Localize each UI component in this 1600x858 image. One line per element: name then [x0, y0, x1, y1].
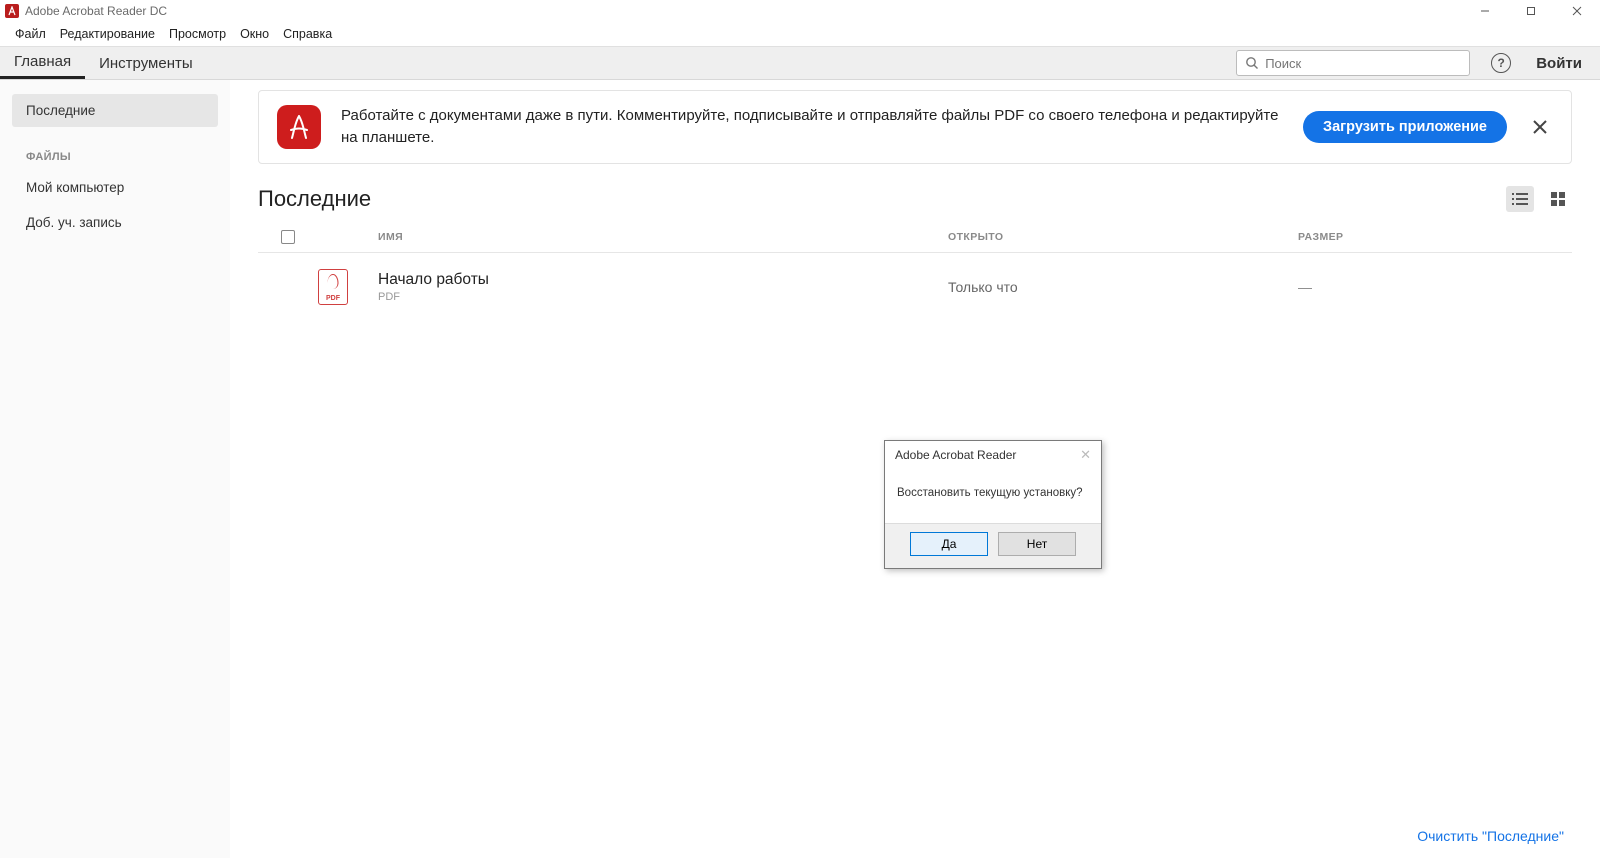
sidebar-section-files: ФАЙЛЫ [12, 129, 218, 171]
acrobat-logo-icon [277, 105, 321, 149]
list-view-button[interactable] [1506, 186, 1534, 212]
dialog-buttons: Да Нет [885, 523, 1101, 568]
download-app-button[interactable]: Загрузить приложение [1303, 111, 1507, 143]
close-button[interactable] [1554, 0, 1600, 22]
sidebar-item-mycomputer[interactable]: Мой компьютер [12, 171, 218, 204]
dialog-yes-button[interactable]: Да [910, 532, 988, 556]
tab-tools[interactable]: Инструменты [85, 47, 207, 79]
app-icon [5, 4, 19, 18]
app-title: Adobe Acrobat Reader DC [25, 4, 167, 18]
dialog-message: Восстановить текущую установку? [885, 469, 1101, 523]
menu-window[interactable]: Окно [233, 27, 276, 41]
promo-banner: Работайте с документами даже в пути. Ком… [258, 90, 1572, 164]
list-icon [1511, 192, 1529, 206]
dialog-no-button[interactable]: Нет [998, 532, 1076, 556]
file-type: PDF [378, 291, 948, 303]
dialog-title-text: Adobe Acrobat Reader [895, 448, 1016, 462]
main-content: Работайте с документами даже в пути. Ком… [230, 80, 1600, 858]
help-icon: ? [1491, 53, 1511, 73]
column-name[interactable]: ИМЯ [378, 231, 948, 243]
titlebar: Adobe Acrobat Reader DC [0, 0, 1600, 22]
menu-edit[interactable]: Редактирование [53, 27, 162, 41]
file-size: — [1298, 279, 1572, 295]
repair-dialog: Adobe Acrobat Reader ✕ Восстановить теку… [884, 440, 1102, 569]
grid-icon [1550, 191, 1566, 207]
table-row[interactable]: PDF Начало работы PDF Только что — [258, 253, 1572, 322]
dialog-titlebar: Adobe Acrobat Reader ✕ [885, 441, 1101, 469]
table-header: ИМЯ ОТКРЫТО РАЗМЕР [258, 222, 1572, 253]
view-toggle [1506, 186, 1572, 212]
grid-view-button[interactable] [1544, 186, 1572, 212]
signin-button[interactable]: Войти [1518, 47, 1600, 79]
column-opened[interactable]: ОТКРЫТО [948, 231, 1298, 243]
help-button[interactable]: ? [1484, 47, 1518, 79]
sidebar-item-addaccount[interactable]: Доб. уч. запись [12, 206, 218, 239]
search-box[interactable] [1236, 50, 1470, 76]
menu-file[interactable]: Файл [8, 27, 53, 41]
column-size[interactable]: РАЗМЕР [1298, 231, 1572, 243]
minimize-button[interactable] [1462, 0, 1508, 22]
file-opened: Только что [948, 279, 1298, 295]
sidebar-item-recent[interactable]: Последние [12, 94, 218, 127]
tab-home[interactable]: Главная [0, 47, 85, 79]
menu-help[interactable]: Справка [276, 27, 339, 41]
promo-close-button[interactable] [1527, 114, 1553, 140]
section-header: Последние [258, 186, 1572, 212]
toolbar: Главная Инструменты ? Войти [0, 46, 1600, 80]
search-input[interactable] [1265, 56, 1461, 71]
menu-view[interactable]: Просмотр [162, 27, 233, 41]
maximize-button[interactable] [1508, 0, 1554, 22]
recent-files-table: ИМЯ ОТКРЫТО РАЗМЕР PDF Начало работы PDF… [258, 222, 1572, 322]
body: Последние ФАЙЛЫ Мой компьютер Доб. уч. з… [0, 80, 1600, 858]
pdf-file-icon: PDF [318, 269, 348, 305]
sidebar: Последние ФАЙЛЫ Мой компьютер Доб. уч. з… [0, 80, 230, 858]
menubar: Файл Редактирование Просмотр Окно Справк… [0, 22, 1600, 46]
clear-recent-link[interactable]: Очистить "Последние" [1417, 828, 1564, 844]
dialog-close-button[interactable]: ✕ [1080, 447, 1091, 463]
window-controls [1462, 0, 1600, 22]
promo-text: Работайте с документами даже в пути. Ком… [341, 105, 1283, 149]
select-all-checkbox[interactable] [281, 230, 295, 244]
file-name: Начало работы [378, 271, 948, 289]
section-title: Последние [258, 186, 371, 212]
search-icon [1245, 56, 1259, 70]
